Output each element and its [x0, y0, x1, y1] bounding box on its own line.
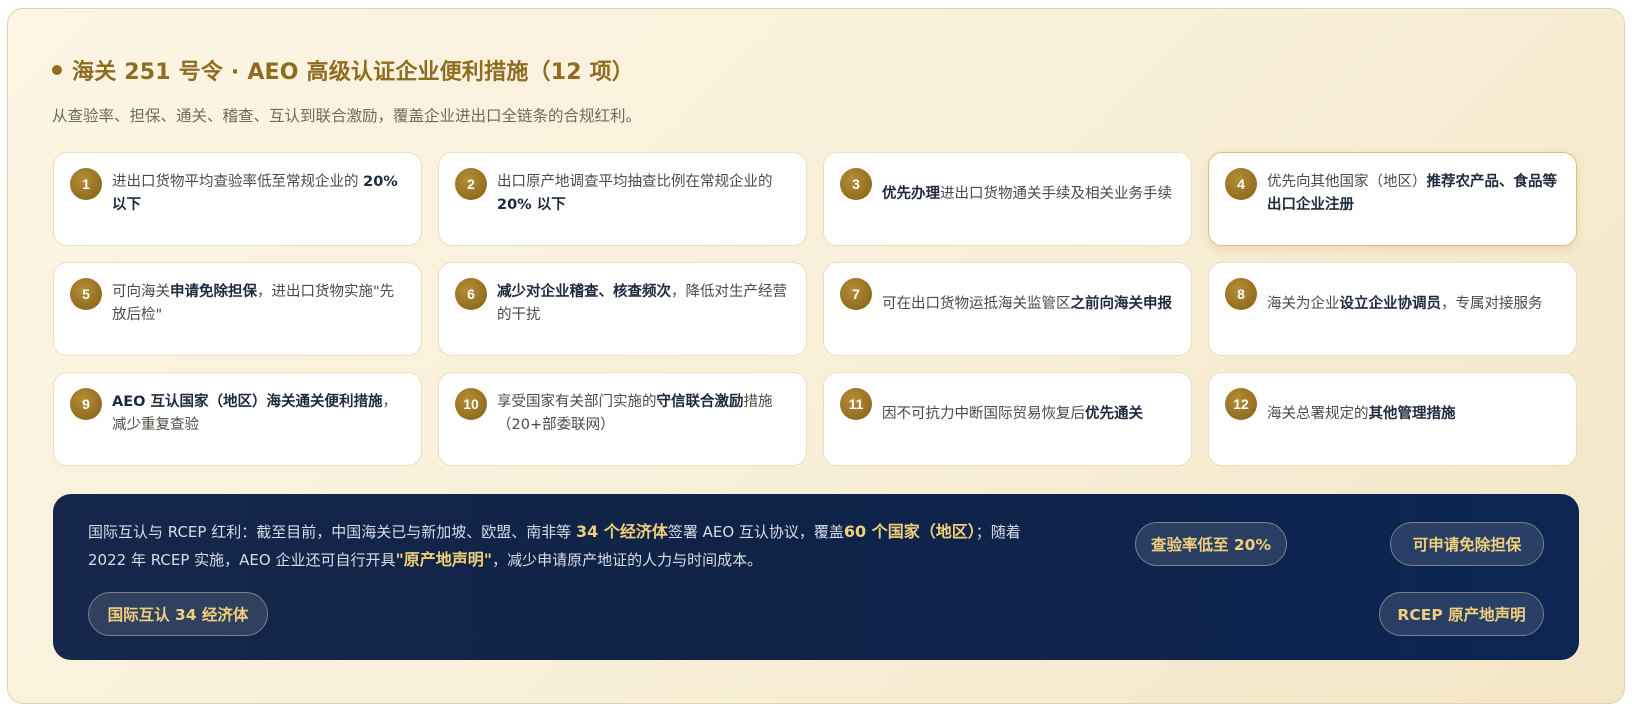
text-normal: 进出口货物通关手续及相关业务手续	[940, 185, 1172, 202]
benefit-card: 8 海关为企业设立企业协调员，专属对接服务	[1208, 262, 1577, 356]
text-normal: 国际互认与 RCEP 红利：截至目前，中国海关已与新加坡、欧盟、南非等	[88, 523, 576, 541]
text-emphasis: 优先通关	[1085, 405, 1143, 422]
benefit-card: 10 享受国家有关部门实施的守信联合激励措施（20+部委联网）	[438, 372, 807, 466]
text-highlight: 60 个国家（地区）	[843, 522, 976, 541]
benefit-card: 4 优先向其他国家（地区）推荐农产品、食品等出口企业注册	[1208, 152, 1577, 246]
benefit-description: 优先向其他国家（地区）推荐农产品、食品等出口企业注册	[1267, 171, 1558, 217]
text-normal: 因不可抗力中断国际贸易恢复后	[882, 405, 1085, 422]
text-normal: 海关为企业	[1267, 295, 1340, 312]
text-normal: 海关总署规定的	[1267, 405, 1369, 422]
title-row: 海关 251 号令 · AEO 高级认证企业便利措施（12 项）	[52, 52, 634, 88]
text-emphasis: 减少对企业稽查、核查频次	[497, 284, 671, 300]
text-normal: 享受国家有关部门实施的	[497, 394, 657, 410]
text-emphasis: 其他管理措施	[1368, 405, 1456, 422]
benefit-description: 可在出口货物运抵海关监管区之前向海关申报	[882, 281, 1173, 327]
text-emphasis: 之前向海关申报	[1070, 295, 1173, 312]
benefit-description: 进出口货物平均查验率低至常规企业的 20% 以下	[112, 171, 403, 217]
text-emphasis: AEO 互认国家（地区）海关通关便利措施	[112, 394, 383, 410]
text-normal: 出口原产地调查平均抽查比例在常规企业的	[497, 174, 773, 190]
benefit-description: 海关为企业设立企业协调员，专属对接服务	[1267, 281, 1558, 327]
item-number-badge: 7	[840, 278, 872, 310]
benefit-card: 3 优先办理进出口货物通关手续及相关业务手续	[823, 152, 1192, 246]
benefit-card: 1 进出口货物平均查验率低至常规企业的 20% 以下	[53, 152, 422, 246]
benefit-card: 6 减少对企业稽查、核查频次，降低对生产经营的干扰	[438, 262, 807, 356]
text-emphasis: 优先办理	[882, 185, 940, 202]
item-number-badge: 10	[455, 388, 487, 420]
item-number-badge: 2	[455, 168, 487, 200]
text-normal: 可在出口货物运抵海关监管区	[882, 295, 1071, 312]
item-number-badge: 3	[840, 168, 872, 200]
bullet-dot-icon	[52, 65, 62, 75]
text-emphasis: 设立企业协调员	[1339, 295, 1442, 312]
benefit-card: 7 可在出口货物运抵海关监管区之前向海关申报	[823, 262, 1192, 356]
item-number-badge: 9	[70, 388, 102, 420]
tag-guarantee-exemption: 可申请免除担保	[1390, 522, 1544, 566]
item-number-badge: 6	[455, 278, 487, 310]
text-normal: 可向海关	[112, 284, 170, 300]
benefit-card: 12 海关总署规定的其他管理措施	[1208, 372, 1577, 466]
tag-rcep-origin-declaration: RCEP 原产地声明	[1379, 592, 1544, 636]
text-emphasis: 申请免除担保	[170, 284, 257, 300]
item-number-badge: 11	[840, 388, 872, 420]
benefit-description: 因不可抗力中断国际贸易恢复后优先通关	[882, 391, 1173, 437]
benefit-description: 海关总署规定的其他管理措施	[1267, 391, 1558, 437]
benefit-card: 9 AEO 互认国家（地区）海关通关便利措施，减少重复查验	[53, 372, 422, 466]
benefit-description: AEO 互认国家（地区）海关通关便利措施，减少重复查验	[112, 391, 403, 437]
benefit-card: 2 出口原产地调查平均抽查比例在常规企业的 20% 以下	[438, 152, 807, 246]
page-title: 海关 251 号令 · AEO 高级认证企业便利措施（12 项）	[72, 60, 635, 85]
text-highlight: "原产地声明"	[395, 550, 493, 569]
text-emphasis: 20% 以下	[497, 197, 566, 213]
item-number-badge: 4	[1225, 168, 1257, 200]
text-highlight: 34 个经济体	[575, 522, 668, 541]
text-normal: 优先向其他国家（地区）	[1267, 174, 1427, 190]
text-normal: ，专属对接服务	[1441, 295, 1543, 312]
benefit-card: 5 可向海关申请免除担保，进出口货物实施"先放后检"	[53, 262, 422, 356]
text-normal: ，减少申请原产地证的人力与时间成本。	[492, 551, 763, 569]
benefit-description: 减少对企业稽查、核查频次，降低对生产经营的干扰	[497, 281, 788, 327]
benefit-card-grid: 1 进出口货物平均查验率低至常规企业的 20% 以下 2 出口原产地调查平均抽查…	[53, 152, 1579, 466]
item-number-badge: 12	[1225, 388, 1257, 420]
page-subtitle: 从查验率、担保、通关、稽查、互认到联合激励，覆盖企业进出口全链条的合规红利。	[52, 107, 642, 125]
benefit-description: 出口原产地调查平均抽查比例在常规企业的 20% 以下	[497, 171, 788, 217]
item-number-badge: 1	[70, 168, 102, 200]
text-normal: 签署 AEO 互认协议，覆盖	[667, 523, 844, 541]
tag-mutual-recognition: 国际互认 34 经济体	[88, 592, 268, 636]
benefit-description: 可向海关申请免除担保，进出口货物实施"先放后检"	[112, 281, 403, 327]
rcep-summary-text: 国际互认与 RCEP 红利：截至目前，中国海关已与新加坡、欧盟、南非等 34 个…	[88, 518, 1048, 574]
tag-inspection-rate: 查验率低至 20%	[1135, 522, 1287, 566]
benefit-description: 优先办理进出口货物通关手续及相关业务手续	[882, 171, 1173, 217]
benefit-description: 享受国家有关部门实施的守信联合激励措施（20+部委联网）	[497, 391, 788, 437]
text-emphasis: 守信联合激励	[656, 394, 744, 410]
rcep-summary-banner: 国际互认与 RCEP 红利：截至目前，中国海关已与新加坡、欧盟、南非等 34 个…	[53, 494, 1579, 660]
item-number-badge: 5	[70, 278, 102, 310]
item-number-badge: 8	[1225, 278, 1257, 310]
text-normal: 进出口货物平均查验率低至常规企业的	[112, 174, 364, 190]
benefit-card: 11 因不可抗力中断国际贸易恢复后优先通关	[823, 372, 1192, 466]
